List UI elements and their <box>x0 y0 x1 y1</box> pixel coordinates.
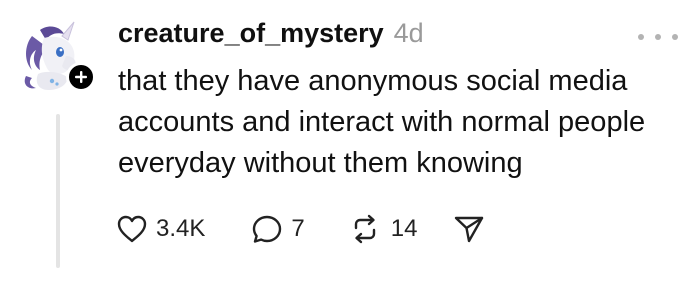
username[interactable]: creature_of_mystery <box>118 18 384 49</box>
thread-post: creature_of_mystery 4d that they have an… <box>0 0 700 285</box>
action-bar: 3.4K 7 14 <box>116 214 485 244</box>
send-icon <box>455 216 484 243</box>
comment-button[interactable]: 7 <box>251 214 305 244</box>
like-button[interactable]: 3.4K <box>116 214 205 244</box>
more-horizontal-icon <box>638 34 644 40</box>
follow-button[interactable] <box>66 62 96 92</box>
share-button[interactable] <box>453 214 485 244</box>
comment-count: 7 <box>291 215 305 242</box>
like-count: 3.4K <box>156 215 206 242</box>
plus-icon <box>75 71 87 83</box>
more-options-button[interactable] <box>638 30 678 44</box>
timestamp: 4d <box>393 18 424 48</box>
repost-count: 14 <box>390 215 418 242</box>
heart-icon <box>117 215 147 243</box>
more-horizontal-icon-dot <box>655 34 661 40</box>
repost-button[interactable]: 14 <box>349 214 418 244</box>
thread-line <box>56 114 60 268</box>
comment-icon <box>253 215 282 243</box>
post-text: that they have anonymous social media ac… <box>118 65 646 179</box>
repost-icon <box>354 214 375 244</box>
post-header: creature_of_mystery 4d <box>118 18 424 49</box>
more-horizontal-icon-dot <box>672 34 678 40</box>
